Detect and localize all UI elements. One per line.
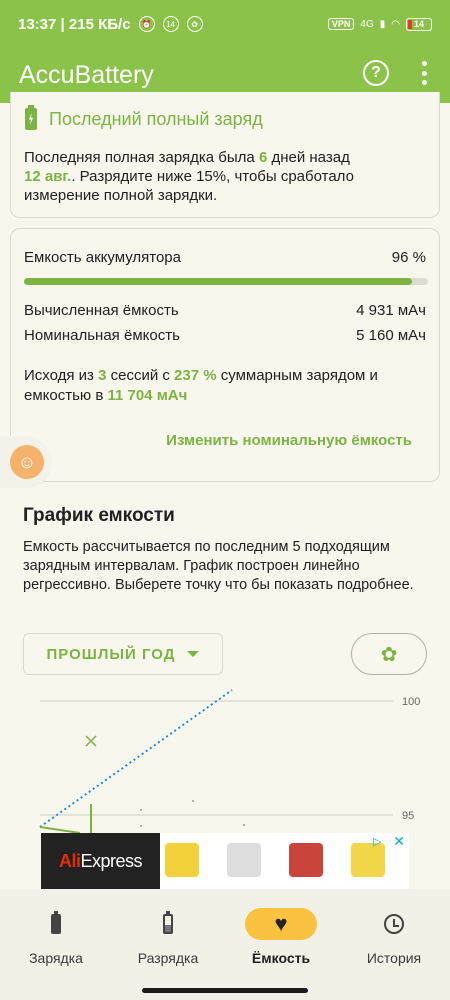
- faint-point: [192, 800, 194, 802]
- calculated-capacity-label: Вычисленная ёмкость: [24, 302, 179, 319]
- last-charge-card: Последний полный заряд Последняя полная …: [10, 92, 440, 218]
- ad-product-image: [165, 843, 199, 877]
- capacity-progress-fill: [24, 278, 412, 285]
- y-tick-label: 95: [402, 810, 414, 822]
- capacity-percent: 96 %: [391, 249, 426, 266]
- history-icon: [358, 908, 430, 940]
- network-type: 4G: [360, 18, 374, 30]
- accessibility-icon: ☺: [10, 445, 44, 479]
- ad-logo: Ali Express: [41, 833, 160, 889]
- alarm-icon: ⏰: [138, 16, 155, 32]
- top-bar: 13:37 | 215 КБ/с ⏰ 14 ✿ VPN 4G ▮ ◠ 14 Ac…: [0, 0, 450, 103]
- signal-icon: ▮: [379, 18, 386, 30]
- sessions-summary: Исходя из 3 сессий с 237 % суммарным зар…: [24, 367, 378, 404]
- battery-status-icon: 14: [406, 17, 432, 31]
- nominal-capacity-value: 5 160 мАч: [356, 327, 426, 344]
- nav-item-label: Зарядка: [29, 950, 83, 966]
- more-options-icon[interactable]: [418, 61, 430, 85]
- close-icon[interactable]: ✕: [393, 833, 405, 850]
- notification-count-icon: 14: [162, 16, 179, 32]
- accessibility-button[interactable]: ☺: [0, 436, 52, 488]
- nav-item-discharging[interactable]: Разрядка: [112, 889, 224, 979]
- y-tick-label: 100: [402, 696, 420, 708]
- capacity-row: Емкость аккумулятора 96 %: [24, 249, 426, 266]
- ad-product-image: [289, 843, 323, 877]
- nav-item-label: Разрядка: [137, 950, 199, 966]
- range-dropdown-label: ПРОШЛЫЙ ГОД: [46, 645, 176, 663]
- battery-charging-icon: [25, 105, 37, 130]
- capacity-label: Емкость аккумулятора: [24, 249, 181, 266]
- battery-half-icon: [132, 908, 204, 940]
- regression-line: [39, 689, 233, 828]
- faint-point: [140, 809, 142, 811]
- battery-charging-icon: [20, 908, 92, 940]
- capacity-progress-bar: [24, 278, 428, 285]
- nav-item-label: Ёмкость: [251, 950, 311, 966]
- gear-icon: ✿: [380, 643, 398, 666]
- nav-item-charging[interactable]: Зарядка: [0, 889, 112, 979]
- help-icon[interactable]: ?: [363, 60, 389, 86]
- gesture-handle: [142, 988, 308, 993]
- adchoices-icon[interactable]: ▷: [373, 835, 387, 849]
- capacity-card: Емкость аккумулятора 96 % Вычисленная ём…: [10, 228, 440, 482]
- wifi-icon: ◠: [391, 18, 400, 30]
- range-dropdown[interactable]: ПРОШЛЫЙ ГОД: [23, 633, 223, 675]
- status-time: 13:37 | 215 КБ/с: [18, 15, 131, 33]
- ad-banner[interactable]: Ali Express ▷ ✕: [41, 833, 409, 889]
- vpn-icon: VPN: [327, 18, 355, 30]
- ad-product-image: [227, 843, 261, 877]
- nav-item-history[interactable]: История: [338, 889, 450, 979]
- last-charge-heading: Последний полный заряд: [25, 105, 263, 130]
- last-charge-text: Последняя полная зарядка была 6 дней наз…: [24, 149, 354, 204]
- graph-settings-button[interactable]: ✿: [351, 633, 427, 675]
- capacity-graph-title: График емкости: [23, 505, 175, 526]
- nav-item-capacity[interactable]: ♥ Ёмкость: [225, 889, 337, 979]
- nominal-capacity-row: Номинальная ёмкость 5 160 мАч: [24, 327, 426, 344]
- nav-item-label: История: [366, 950, 422, 966]
- status-right: VPN 4G ▮ ◠ 14: [327, 17, 432, 31]
- chevron-down-icon: [187, 651, 200, 657]
- capacity-graph-description: Емкость рассчитывается по последним 5 по…: [23, 539, 414, 593]
- bottom-navigation: Зарядка Разрядка ♥ Ёмкость История: [0, 889, 450, 1000]
- app-notification-icon: ✿: [186, 16, 203, 32]
- heart-icon: ♥: [245, 908, 317, 940]
- nominal-capacity-label: Номинальная ёмкость: [24, 327, 180, 344]
- change-nominal-capacity-link[interactable]: Изменить номинальную ёмкость: [166, 432, 412, 449]
- app-title: AccuBattery: [19, 61, 154, 89]
- calculated-capacity-row: Вычисленная ёмкость 4 931 мАч: [24, 302, 426, 319]
- status-bar: 13:37 | 215 КБ/с ⏰ 14 ✿ VPN 4G ▮ ◠ 14: [0, 0, 450, 48]
- capacity-chart[interactable]: 100 95: [0, 686, 450, 833]
- calculated-capacity-value: 4 931 мАч: [356, 302, 426, 319]
- faint-point: [140, 825, 142, 827]
- faint-point: [243, 824, 245, 826]
